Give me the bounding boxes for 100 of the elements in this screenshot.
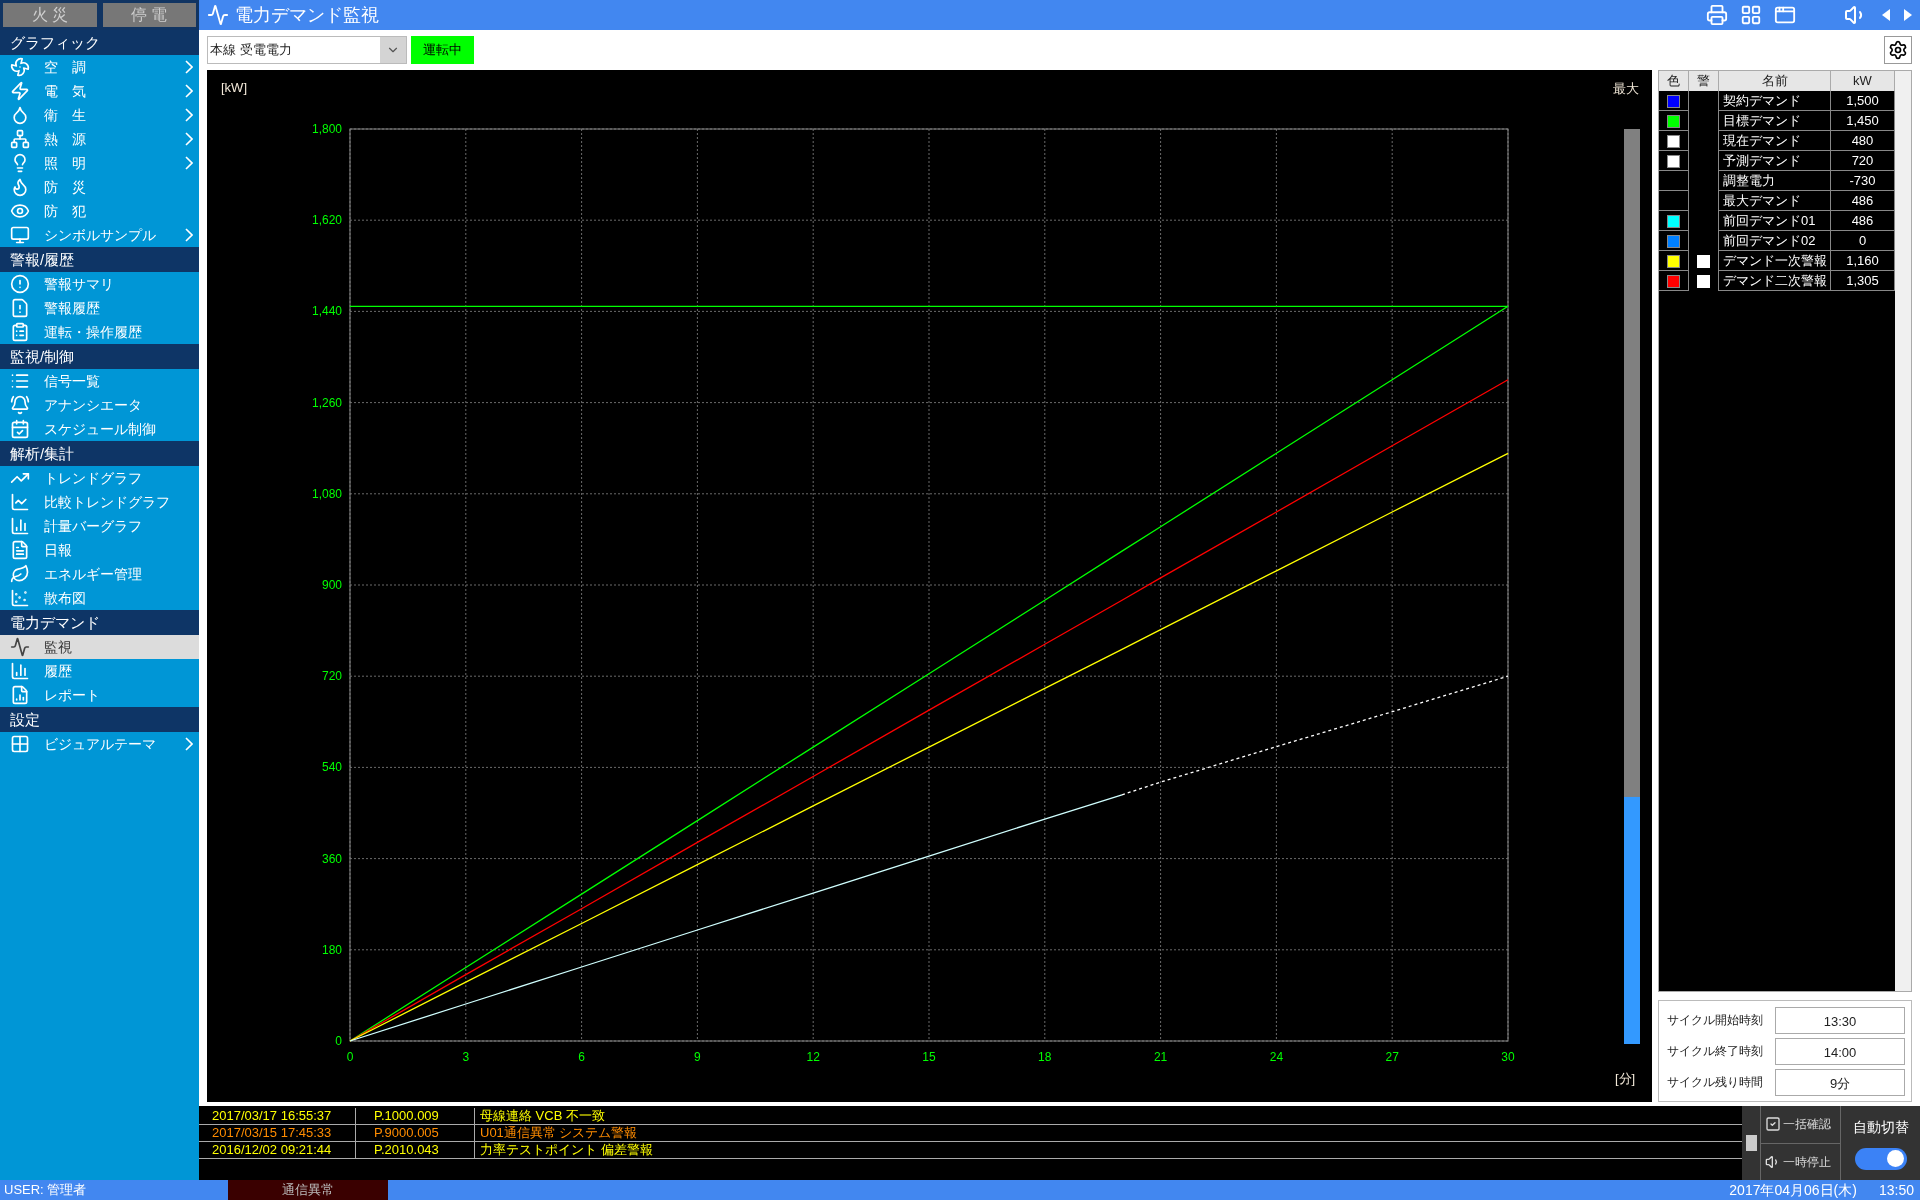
nav-label: アナンシエータ [44,395,143,415]
list-icon [10,371,30,391]
section-header: 電力デマンド [0,610,199,635]
x-tick-label: 3 [462,1050,470,1064]
log-row[interactable]: 2016/12/02 09:21:44 P.2010.043 力率テストポイント 偏差警報 [199,1142,1742,1159]
window-icon[interactable] [1774,4,1796,26]
status-badge: 運転中 [411,36,474,64]
log-point: P.2010.043 [356,1142,475,1158]
nav-label: シンボルサンプル [44,225,157,245]
legend-name: 契約デマンド [1719,91,1831,111]
chevron-icon [185,84,193,98]
x-unit-label: [分] [1615,1071,1636,1086]
scrollbar[interactable] [1742,1106,1760,1180]
legend-name: デマンド二次警報 [1719,271,1831,291]
log-time: 2017/03/17 16:55:37 [199,1108,356,1124]
nav-label: 信号一覧 [44,371,101,391]
y-tick-label: 1,440 [311,304,342,319]
flame-icon [10,177,30,197]
cycle-value: 14:00 [1775,1037,1905,1065]
nav-label: 運転・操作履歴 [44,322,143,342]
alert-icon [10,274,30,294]
alarm-button[interactable]: 停 電 [102,3,196,27]
fan-icon [10,57,30,77]
nav-label: 警報サマリ [44,274,115,294]
alarm-marker [1697,254,1710,268]
pulse-icon [10,637,30,657]
legend-name: デマンド一次警報 [1719,251,1831,271]
lightning-icon [10,81,30,101]
log-message: 力率テストポイント 偏差警報 [479,1142,654,1158]
y-tick-label: 1,080 [311,486,342,501]
leaf-icon [10,564,30,584]
nav-item[interactable]: 監視 [0,635,199,659]
section-header: 設定 [0,707,199,732]
alarm-button[interactable]: 火 災 [3,3,97,27]
y-tick-label: 0 [335,1034,342,1048]
right-arrow-icon[interactable] [1904,9,1912,21]
nav-label: 電 気 [44,81,87,101]
y-tick-label: 720 [321,669,342,684]
legend-name: 最大デマンド [1719,191,1831,211]
nav-label: ビジュアルテーマ [44,734,157,754]
chevron-icon [185,156,193,170]
log-message: U01通信異常 システム警報 [479,1125,639,1141]
network-icon [10,129,30,149]
printer-icon[interactable] [1706,4,1728,26]
cycle-label: サイクル終了時刻 [1666,1043,1764,1060]
chevron-icon [185,60,193,74]
scatter-icon [10,588,30,608]
left-arrow-icon[interactable] [1882,9,1890,21]
y-tick-label: 1,620 [311,213,342,228]
chevron-icon [185,108,193,122]
cycle-label: サイクル開始時刻 [1666,1012,1764,1029]
y-tick-label: 900 [321,578,342,592]
checkbox-icon [1765,1116,1781,1133]
cycle-value: 13:30 [1775,1006,1905,1034]
toggle-switch[interactable] [1854,1147,1907,1170]
legend-name: 前回デマンド02 [1719,231,1831,251]
section-header: 監視/制御 [0,344,199,369]
status-date: 2017年04月06日(木) [1729,1180,1857,1200]
x-tick-label: 30 [1501,1050,1515,1064]
y-tick-label: 1,800 [311,122,342,136]
x-tick-label: 6 [578,1050,585,1064]
nav-label: 比較トレンドグラフ [44,492,171,512]
x-tick-label: 0 [346,1050,354,1064]
grid-icon[interactable] [1740,4,1762,26]
settings-button[interactable] [1884,36,1912,64]
nav-label: 衛 生 [44,105,87,125]
window-title: 電力デマンド監視 [235,3,379,27]
auto-switch-label: 自動切替 [1852,1117,1909,1137]
source-dropdown[interactable]: 本線 受電電力 [207,36,407,64]
cycle-value: 9分 [1775,1068,1905,1096]
nav-label: 照 明 [44,153,87,173]
nav-label: 防 災 [44,177,87,197]
nav-label: 警報履歴 [44,298,101,318]
x-tick-label: 18 [1038,1050,1052,1064]
droplet-icon [10,105,30,125]
monitor-icon [10,225,30,245]
chevron-icon [185,737,193,751]
chevron-icon [185,228,193,242]
x-tick-label: 15 [922,1050,936,1064]
log-row[interactable]: 2017/03/15 17:45:33 P.9000.005 U01通信異常 システム警報 [199,1125,1742,1142]
x-tick-label: 21 [1153,1050,1168,1064]
log-point: P.9000.005 [356,1125,475,1141]
bell-icon [10,395,30,415]
pulse-icon [207,4,229,26]
legend-name: 目標デマンド [1719,111,1831,131]
x-tick-label: 9 [694,1050,701,1064]
user-label: USER: 管理者 [3,1181,88,1200]
chevron-icon [185,132,193,146]
column-header: 名前 [1719,71,1831,91]
scrollbar[interactable] [1895,71,1911,991]
section-header: 解析/集計 [0,441,199,466]
nav-label: 監視 [44,637,73,657]
log-time: 2017/03/15 17:45:33 [199,1125,356,1141]
legend-name: 現在デマンド [1719,131,1831,151]
nav-label: トレンドグラフ [44,468,143,488]
log-time: 2016/12/02 09:21:44 [199,1142,356,1158]
pause-button[interactable]: 一時停止 [1761,1143,1840,1180]
log-row[interactable]: 2017/03/17 16:55:37 P.1000.009 母線連絡 VCB 不一致 [199,1108,1742,1125]
grid-icon [10,734,30,754]
nav-label: 日報 [44,540,73,560]
